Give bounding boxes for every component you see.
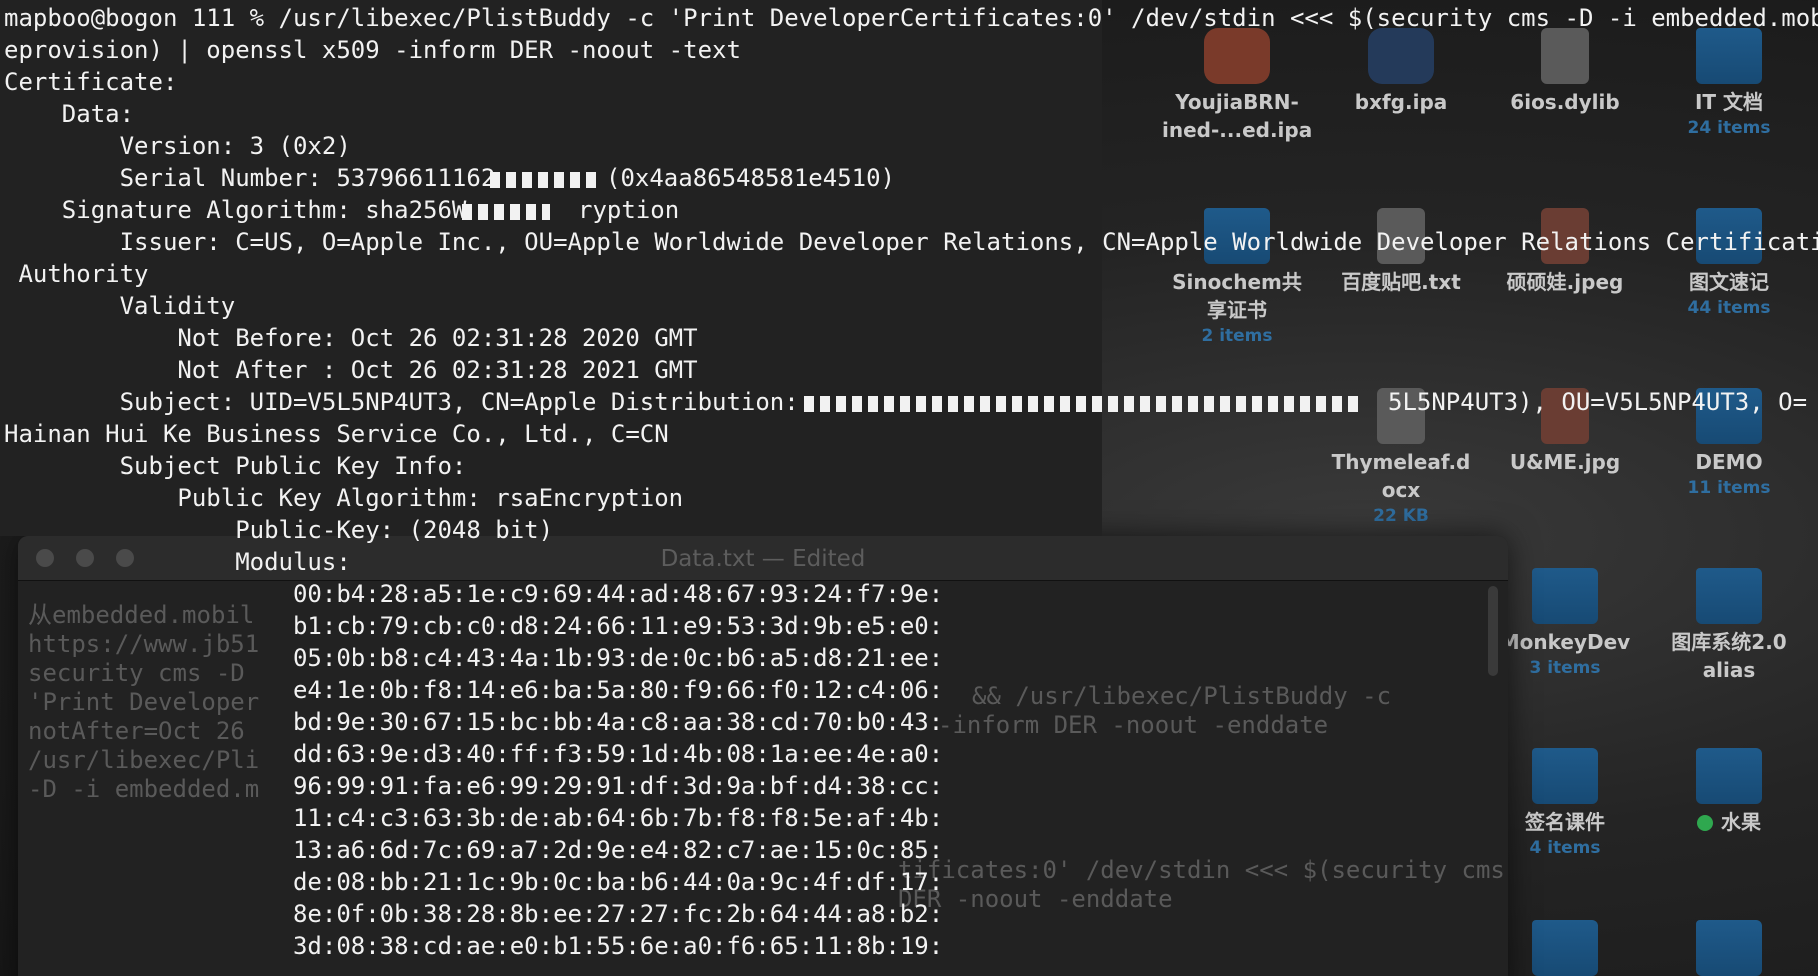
desktop-item-label: bxfg.ipa xyxy=(1354,90,1448,114)
editor-title: Data.txt — Edited xyxy=(660,546,866,572)
folder-icon xyxy=(1204,208,1270,264)
desktop-item-label: Sinochem共 享证书 xyxy=(1172,270,1302,322)
desktop-folder-alias-partial[interactable] xyxy=(1654,920,1804,976)
folder-icon xyxy=(1696,748,1762,804)
desktop-folder-qianming[interactable]: 签名课件 4 items xyxy=(1490,748,1640,860)
dylib-file-icon xyxy=(1541,28,1589,84)
desktop-file-ume-jpg[interactable]: U&ME.jpg xyxy=(1490,388,1640,476)
editor-line: /usr/libexec/Pli xyxy=(28,746,260,774)
desktop-item-label: U&ME.jpg xyxy=(1509,450,1621,474)
desktop-item-label: 硕硕娃.jpeg xyxy=(1506,270,1624,294)
desktop-item-count: 2 items xyxy=(1201,326,1273,346)
desktop-folder-it-docs[interactable]: IT 文档 24 items xyxy=(1654,28,1804,140)
ipa-file-icon xyxy=(1204,28,1270,84)
desktop-item-label: DEMO xyxy=(1695,450,1763,474)
finder-fragment: mp.plist xyxy=(110,94,195,118)
editor-titlebar[interactable]: Data.txt — Edited xyxy=(18,536,1508,581)
ipa-file-icon xyxy=(1368,28,1434,84)
editor-line-tail: -inform DER -noout -enddate xyxy=(938,711,1329,739)
desktop-file-thymeleaf[interactable]: Thymeleaf.d ocx 22 KB xyxy=(1326,388,1476,528)
editor-line: 从embedded.mobil xyxy=(28,601,255,629)
editor-line-tail: tificates:0' /dev/stdin <<< $(security c… xyxy=(898,856,1505,884)
desktop-item-label: IT 文档 xyxy=(1694,90,1764,114)
docx-file-icon xyxy=(1377,388,1425,444)
folder-icon xyxy=(1696,208,1762,264)
desktop-item-count: 24 items xyxy=(1687,118,1771,138)
desktop-item-label: 图库系统2.0 alias xyxy=(1671,630,1787,682)
text-editor-window[interactable]: Data.txt — Edited 从embedded.mobil https:… xyxy=(18,536,1508,976)
editor-scrollbar[interactable] xyxy=(1488,586,1498,676)
text-file-icon xyxy=(1377,208,1425,264)
desktop-folder-tuwen[interactable]: 图文速记 44 items xyxy=(1654,208,1804,320)
desktop-item-label: Thymeleaf.d ocx xyxy=(1331,450,1471,502)
editor-line: -D -i embedded.m xyxy=(28,775,260,803)
desktop-item-size: 22 KB xyxy=(1373,506,1429,526)
desktop-item-label: 水果 xyxy=(1721,810,1761,834)
folder-icon xyxy=(1532,568,1598,624)
screen: YoujiaBRN- ined-...ed.ipa bxfg.ipa 6ios.… xyxy=(0,0,1818,976)
desktop-item-label: 图文速记 xyxy=(1689,270,1769,294)
desktop-item-count: 4 items xyxy=(1529,838,1601,858)
desktop-item-count: 44 items xyxy=(1687,298,1771,318)
folder-icon xyxy=(1696,388,1762,444)
folder-icon xyxy=(1696,28,1762,84)
desktop-item-label: 6ios.dylib xyxy=(1510,90,1620,114)
desktop-item-label: 签名课件 xyxy=(1525,810,1605,834)
image-file-icon xyxy=(1541,388,1589,444)
folder-alias-icon xyxy=(1696,568,1762,624)
image-file-icon xyxy=(1541,208,1589,264)
desktop-item-label: 百度贴吧.txt xyxy=(1341,270,1461,294)
folder-icon xyxy=(1532,748,1598,804)
desktop-item-label: MonkeyDev xyxy=(1499,630,1631,654)
desktop-file-bxfg-ipa[interactable]: bxfg.ipa xyxy=(1326,28,1476,116)
finder-fragment: obi xyxy=(0,92,33,116)
desktop-item-count: 11 items xyxy=(1687,478,1771,498)
desktop-file-shuoshuo-jpeg[interactable]: 硕硕娃.jpeg xyxy=(1490,208,1640,296)
editor-line-tail: && /usr/libexec/PlistBuddy -c xyxy=(972,682,1392,710)
green-tag-icon xyxy=(1697,815,1713,831)
desktop-folder-sinochem[interactable]: Sinochem共 享证书 2 items xyxy=(1162,208,1312,348)
editor-line: https://www.jb51 xyxy=(28,630,260,658)
desktop-item-count: 3 items xyxy=(1529,658,1601,678)
desktop-file-6ios-dylib[interactable]: 6ios.dylib xyxy=(1490,28,1640,116)
desktop-folder-tuku-alias[interactable]: 图库系统2.0 alias xyxy=(1654,568,1804,684)
desktop-folder-partial[interactable] xyxy=(1490,920,1640,976)
folder-icon xyxy=(1532,920,1598,976)
desktop-folder-shuiguo[interactable]: 水果 xyxy=(1654,748,1804,836)
folder-alias-icon xyxy=(1696,920,1762,976)
desktop-file-baidu-txt[interactable]: 百度贴吧.txt xyxy=(1326,208,1476,296)
desktop-item-label: YoujiaBRN- ined-...ed.ipa xyxy=(1162,90,1313,142)
editor-line-tail: DER -noout -enddate xyxy=(898,885,1173,913)
desktop-folder-monkeydev[interactable]: MonkeyDev 3 items xyxy=(1490,568,1640,680)
desktop-folder-demo[interactable]: DEMO 11 items xyxy=(1654,388,1804,500)
desktop-file-youjia-ipa[interactable]: YoujiaBRN- ined-...ed.ipa xyxy=(1162,28,1312,144)
